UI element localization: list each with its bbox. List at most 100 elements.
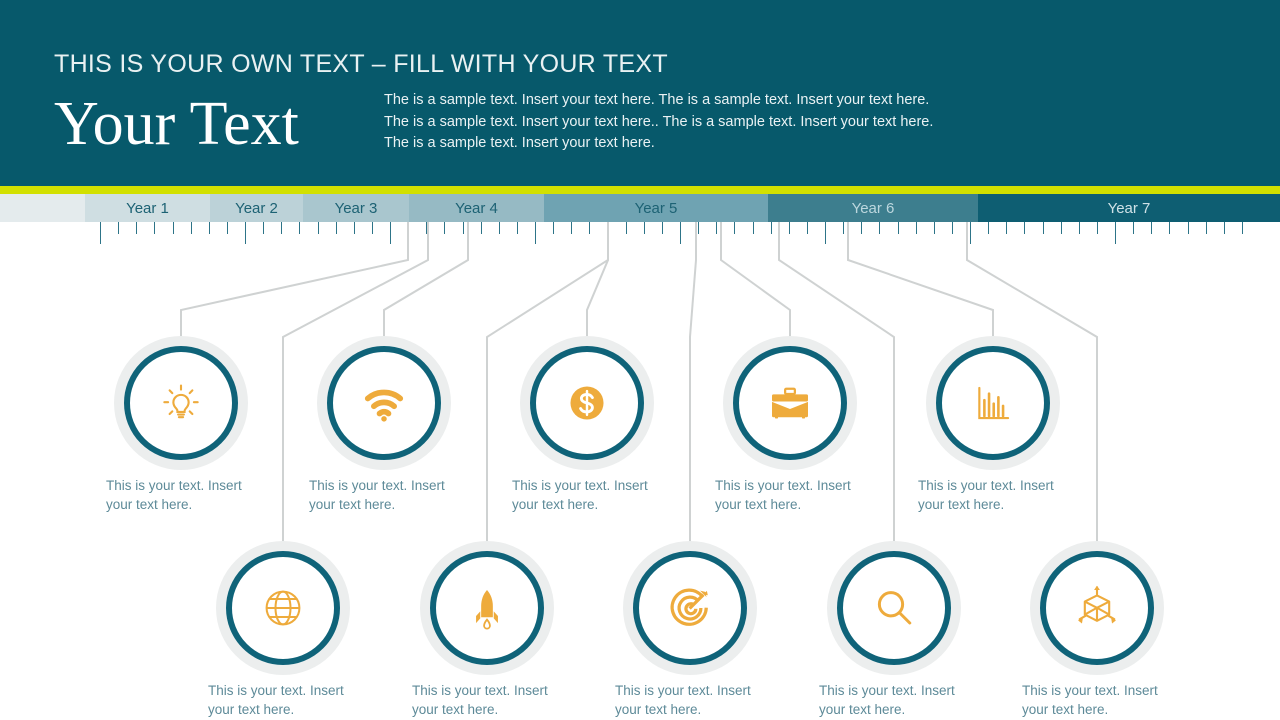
target-arrow-icon [661, 579, 719, 637]
ruler-tick-minor [626, 222, 627, 234]
ruler-tick-minor [1024, 222, 1025, 234]
ruler-tick-minor [426, 222, 427, 234]
lightbulb-icon [152, 374, 210, 432]
ruler-tick-major [390, 222, 391, 244]
timeline-node[interactable]: This is your text. Insert your text here. [512, 346, 662, 514]
node-caption-line: This is your text. Insert [918, 478, 1054, 493]
header-body-line: The is a sample text. Insert your text h… [384, 92, 930, 108]
ruler-tick-minor [898, 222, 899, 234]
node-circle[interactable] [633, 551, 747, 665]
ruler-tick-minor [807, 222, 808, 234]
ruler-tick-major [825, 222, 826, 244]
ruler-tick-minor [481, 222, 482, 234]
year-band-label: Year 1 [126, 199, 169, 217]
year-band-6[interactable]: Year 6 [768, 194, 978, 222]
ruler-tick-minor [861, 222, 862, 234]
year-band-1[interactable]: Year 1 [85, 194, 210, 222]
node-caption: This is your text. Insert your text here. [715, 476, 865, 514]
node-circle[interactable] [1040, 551, 1154, 665]
timeline-node[interactable]: This is your text. Insert your text here. [208, 551, 358, 719]
node-circle[interactable] [530, 346, 644, 460]
node-circle[interactable] [226, 551, 340, 665]
timeline-year-bar: Year 1 Year 2 Year 3 Year 4 Year 5 Year 6 Year… [0, 194, 1280, 222]
ruler-tick-minor [1206, 222, 1207, 234]
timeline-node[interactable]: This is your text. Insert your text here. [615, 551, 765, 719]
year-band-label: Year 6 [851, 199, 895, 217]
node-circle[interactable] [936, 346, 1050, 460]
ruler-tick-minor [644, 222, 645, 234]
ruler-tick-minor [1188, 222, 1189, 234]
ruler-tick-minor [716, 222, 717, 234]
header-body-line: The is a sample text. Insert your text h… [384, 135, 655, 151]
year-band-7[interactable]: Year 7 [978, 194, 1280, 222]
header-kicker: THIS IS YOUR OWN TEXT – FILL WITH YOUR T… [54, 50, 668, 78]
ruler-tick-minor [336, 222, 337, 234]
ruler-tick-minor [318, 222, 319, 234]
year-band-5[interactable]: Year 5 [544, 194, 768, 222]
ruler-tick-minor [209, 222, 210, 234]
ruler-tick-major [535, 222, 536, 244]
ruler-tick-minor [553, 222, 554, 234]
node-caption-line: This is your text. Insert [106, 478, 242, 493]
timeline-node[interactable]: This is your text. Insert your text here. [106, 346, 256, 514]
node-caption-line: This is your text. Insert [309, 478, 445, 493]
ruler-tick-minor [698, 222, 699, 234]
node-caption-line: This is your text. Insert [615, 683, 751, 698]
year-band-label: Year 5 [634, 199, 678, 217]
year-band-4[interactable]: Year 4 [409, 194, 544, 222]
ruler-tick-minor [1169, 222, 1170, 234]
year-band-3[interactable]: Year 3 [303, 194, 409, 222]
timeline-node[interactable]: This is your text. Insert your text here. [309, 346, 459, 514]
ruler-tick-minor [1006, 222, 1007, 234]
ruler-tick-minor [354, 222, 355, 234]
bar-chart-icon [964, 374, 1022, 432]
dollar-coin-icon [558, 374, 616, 432]
node-caption: This is your text. Insert your text here. [309, 476, 459, 514]
ruler-tick-minor [227, 222, 228, 234]
year-band-label: Year 2 [235, 199, 278, 217]
ruler-tick-minor [843, 222, 844, 234]
ruler-tick-minor [1079, 222, 1080, 234]
ruler-tick-minor [281, 222, 282, 234]
node-circle[interactable] [733, 346, 847, 460]
ruler-tick-minor [952, 222, 953, 234]
ruler-tick-minor [1151, 222, 1152, 234]
node-caption: This is your text. Insert your text here. [208, 681, 358, 719]
node-circle[interactable] [430, 551, 544, 665]
ruler-tick-minor [408, 222, 409, 234]
node-circle[interactable] [837, 551, 951, 665]
node-caption-line: your text here. [412, 702, 499, 717]
ruler-tick-minor [463, 222, 464, 234]
node-caption-line: your text here. [512, 497, 599, 512]
timeline-slide: THIS IS YOUR OWN TEXT – FILL WITH YOUR T… [0, 0, 1280, 720]
ruler-tick-minor [118, 222, 119, 234]
ruler-tick-minor [753, 222, 754, 234]
timeline-node[interactable]: This is your text. Insert your text here. [715, 346, 865, 514]
wifi-icon [355, 374, 413, 432]
ruler-tick-minor [372, 222, 373, 234]
node-caption: This is your text. Insert your text here. [615, 681, 765, 719]
node-circle[interactable] [327, 346, 441, 460]
year-band-2[interactable]: Year 2 [210, 194, 303, 222]
ruler-tick-minor [191, 222, 192, 234]
ruler-tick-minor [771, 222, 772, 234]
ruler-tick-minor [263, 222, 264, 234]
ruler-tick-major [970, 222, 971, 244]
timeline-node[interactable]: This is your text. Insert your text here. [412, 551, 562, 719]
node-caption: This is your text. Insert your text here. [106, 476, 256, 514]
header-body-line: The is a sample text. Insert your text h… [384, 113, 934, 130]
ruler-tick-minor [1097, 222, 1098, 234]
timeline-node[interactable]: This is your text. Insert your text here. [819, 551, 969, 719]
node-caption-line: your text here. [309, 497, 396, 512]
node-caption-line: your text here. [819, 702, 906, 717]
page-title: Your Text [54, 90, 299, 158]
timeline-node[interactable]: This is your text. Insert your text here. [1022, 551, 1172, 719]
ruler-tick-minor [173, 222, 174, 234]
node-caption-line: This is your text. Insert [819, 683, 955, 698]
node-caption: This is your text. Insert your text here. [412, 681, 562, 719]
ruler-tick-minor [444, 222, 445, 234]
node-circle[interactable] [124, 346, 238, 460]
year-band-label: Year 4 [455, 199, 498, 217]
timeline-node[interactable]: This is your text. Insert your text here. [918, 346, 1068, 514]
node-caption-line: This is your text. Insert [1022, 683, 1158, 698]
